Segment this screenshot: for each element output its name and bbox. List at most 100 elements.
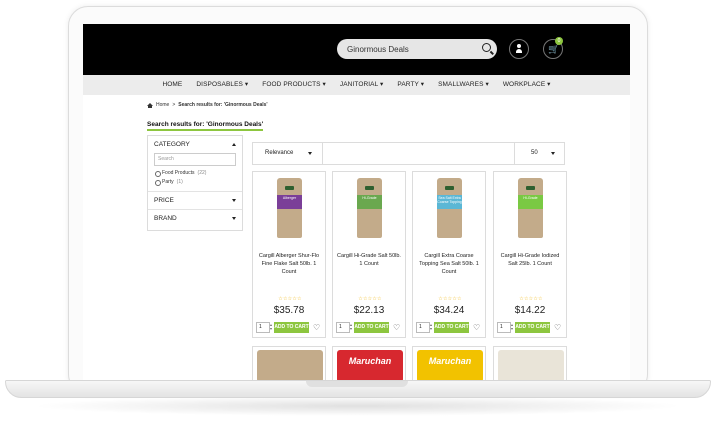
chevron-down-icon bbox=[551, 152, 555, 155]
cart-icon: 🛒 bbox=[548, 44, 560, 54]
product-card[interactable] bbox=[493, 346, 567, 380]
home-icon[interactable] bbox=[147, 102, 153, 108]
nav-item-disposables[interactable]: DISPOSABLES ▾ bbox=[196, 75, 248, 95]
quantity-stepper[interactable] bbox=[430, 322, 433, 333]
nav-item-party[interactable]: PARTY ▾ bbox=[397, 75, 424, 95]
product-image[interactable]: Alberger bbox=[277, 178, 302, 238]
product-card[interactable] bbox=[252, 346, 326, 380]
add-to-cart-button[interactable]: ADD TO CART bbox=[434, 322, 469, 333]
page-title: Search results for: 'Ginormous Deals' bbox=[147, 121, 264, 131]
product-bag-text: Hi-Grade bbox=[362, 196, 377, 200]
product-bag-text: Hi-Grade bbox=[523, 196, 538, 200]
product-name[interactable]: Cargill Hi-Grade Salt 50lb. 1 Count bbox=[336, 252, 402, 268]
chevron-down-icon bbox=[232, 217, 236, 220]
screen: 🛒 0 HOME DISPOSABLES ▾ FOOD PRODUCTS ▾ J… bbox=[83, 24, 630, 380]
per-page-value: 50 bbox=[531, 150, 538, 156]
add-to-cart-button[interactable]: ADD TO CART bbox=[274, 322, 309, 333]
user-icon bbox=[516, 44, 522, 54]
facet-category-header[interactable]: CATEGORY bbox=[148, 136, 242, 153]
facet-price: PRICE bbox=[148, 192, 242, 210]
radio-button[interactable] bbox=[155, 171, 161, 177]
quantity-input[interactable]: 1 bbox=[416, 322, 430, 333]
facet-price-header[interactable]: PRICE bbox=[148, 192, 242, 209]
category-search-input[interactable]: Search bbox=[154, 153, 236, 166]
brand-logo bbox=[526, 186, 535, 190]
heart-icon[interactable]: ♡ bbox=[393, 323, 400, 332]
search-input[interactable] bbox=[347, 42, 477, 56]
main-nav: HOME DISPOSABLES ▾ FOOD PRODUCTS ▾ JANIT… bbox=[83, 75, 630, 95]
facet-price-label: PRICE bbox=[154, 197, 174, 204]
product-image-text: Maruchan bbox=[428, 356, 472, 366]
product-price: $35.78 bbox=[273, 305, 305, 316]
quantity-stepper[interactable] bbox=[350, 322, 353, 333]
heart-icon[interactable]: ♡ bbox=[313, 323, 320, 332]
facet-brand: BRAND bbox=[148, 210, 242, 227]
quantity-stepper[interactable] bbox=[511, 322, 514, 333]
site-header: 🛒 0 bbox=[83, 24, 630, 75]
filter-sidebar: CATEGORY Search Food Products (22) Party(… bbox=[147, 135, 243, 231]
facet-brand-header[interactable]: BRAND bbox=[148, 210, 242, 227]
search-bar[interactable] bbox=[337, 39, 497, 59]
cart-button[interactable]: 🛒 0 bbox=[543, 37, 563, 59]
rating-stars: ☆☆☆☆☆ bbox=[278, 296, 302, 302]
product-image[interactable]: Maruchan bbox=[417, 350, 483, 380]
heart-icon[interactable]: ♡ bbox=[554, 323, 561, 332]
quantity-input[interactable]: 1 bbox=[497, 322, 511, 333]
product-image[interactable]: Hi-Grade bbox=[357, 178, 382, 238]
laptop-notch bbox=[306, 381, 408, 387]
product-card[interactable]: Alberger Cargill Alberger Shur-Flo Fine … bbox=[252, 171, 326, 338]
breadcrumb-current: Search results for: 'Ginormous Deals' bbox=[178, 102, 268, 108]
sort-select[interactable]: Relevance bbox=[253, 143, 323, 164]
product-card[interactable]: Hi-Grade Cargill Hi-Grade Salt 50lb. 1 C… bbox=[332, 171, 406, 338]
category-option[interactable]: Party (1) bbox=[148, 178, 242, 187]
nav-item-smallwares[interactable]: SMALLWARES ▾ bbox=[438, 75, 489, 95]
product-card[interactable]: Maruchan bbox=[332, 346, 406, 380]
product-price: $14.22 bbox=[514, 305, 546, 316]
product-image[interactable] bbox=[498, 350, 564, 380]
results-toolbar: Relevance 50 bbox=[252, 142, 565, 165]
facet-category: CATEGORY Search Food Products (22) Party(… bbox=[148, 136, 242, 192]
nav-item-food-products[interactable]: FOOD PRODUCTS ▾ bbox=[262, 75, 326, 95]
product-image[interactable]: Sea Salt Extra Coarse Topping bbox=[437, 178, 462, 238]
sort-select-value: Relevance bbox=[265, 150, 294, 156]
chevron-down-icon bbox=[232, 199, 236, 202]
heart-icon[interactable]: ♡ bbox=[473, 323, 480, 332]
product-card[interactable]: Maruchan bbox=[412, 346, 486, 380]
radio-button[interactable] bbox=[155, 180, 161, 186]
add-to-cart-button[interactable]: ADD TO CART bbox=[515, 322, 550, 333]
cart-count-badge: 0 bbox=[555, 37, 563, 45]
search-icon[interactable] bbox=[482, 43, 491, 52]
product-image[interactable] bbox=[257, 350, 323, 380]
quantity-input[interactable]: 1 bbox=[336, 322, 350, 333]
nav-item-janitorial[interactable]: JANITORIAL ▾ bbox=[340, 75, 383, 95]
product-image[interactable]: Maruchan bbox=[337, 350, 403, 380]
breadcrumb-separator: > bbox=[172, 102, 176, 108]
rating-stars: ☆☆☆☆☆ bbox=[358, 296, 382, 302]
product-name[interactable]: Cargill Extra Coarse Topping Sea Salt 50… bbox=[416, 252, 482, 276]
facet-category-label: CATEGORY bbox=[154, 141, 190, 148]
nav-item-home[interactable]: HOME bbox=[162, 75, 182, 95]
breadcrumb: Home > Search results for: 'Ginormous De… bbox=[147, 102, 268, 108]
product-image[interactable]: Hi-Grade bbox=[518, 178, 543, 238]
quantity-input[interactable]: 1 bbox=[256, 322, 270, 333]
breadcrumb-home[interactable]: Home bbox=[156, 102, 169, 108]
category-option-label: Party bbox=[162, 179, 174, 185]
add-to-cart-button[interactable]: ADD TO CART bbox=[354, 322, 389, 333]
category-option-count: (1) bbox=[176, 179, 183, 185]
rating-stars: ☆☆☆☆☆ bbox=[438, 296, 462, 302]
product-card[interactable]: Hi-Grade Cargill Hi-Grade Iodized Salt 2… bbox=[493, 171, 567, 338]
laptop-shadow bbox=[30, 396, 685, 416]
nav-item-workplace[interactable]: WORKPLACE ▾ bbox=[503, 75, 551, 95]
product-name[interactable]: Cargill Alberger Shur-Flo Fine Flake Sal… bbox=[256, 252, 322, 276]
chevron-down-icon bbox=[308, 152, 312, 155]
per-page-select[interactable]: 50 bbox=[514, 143, 564, 164]
product-price: $22.13 bbox=[353, 305, 385, 316]
facet-brand-label: BRAND bbox=[154, 215, 177, 222]
product-price: $34.24 bbox=[433, 305, 465, 316]
quantity-stepper[interactable] bbox=[270, 322, 273, 333]
product-name[interactable]: Cargill Hi-Grade Iodized Salt 25lb. 1 Co… bbox=[497, 252, 563, 268]
category-option[interactable]: Food Products (22) bbox=[148, 169, 242, 178]
product-card[interactable]: Sea Salt Extra Coarse Topping Cargill Ex… bbox=[412, 171, 486, 338]
category-option-count: (22) bbox=[197, 170, 207, 176]
account-button[interactable] bbox=[509, 39, 529, 59]
